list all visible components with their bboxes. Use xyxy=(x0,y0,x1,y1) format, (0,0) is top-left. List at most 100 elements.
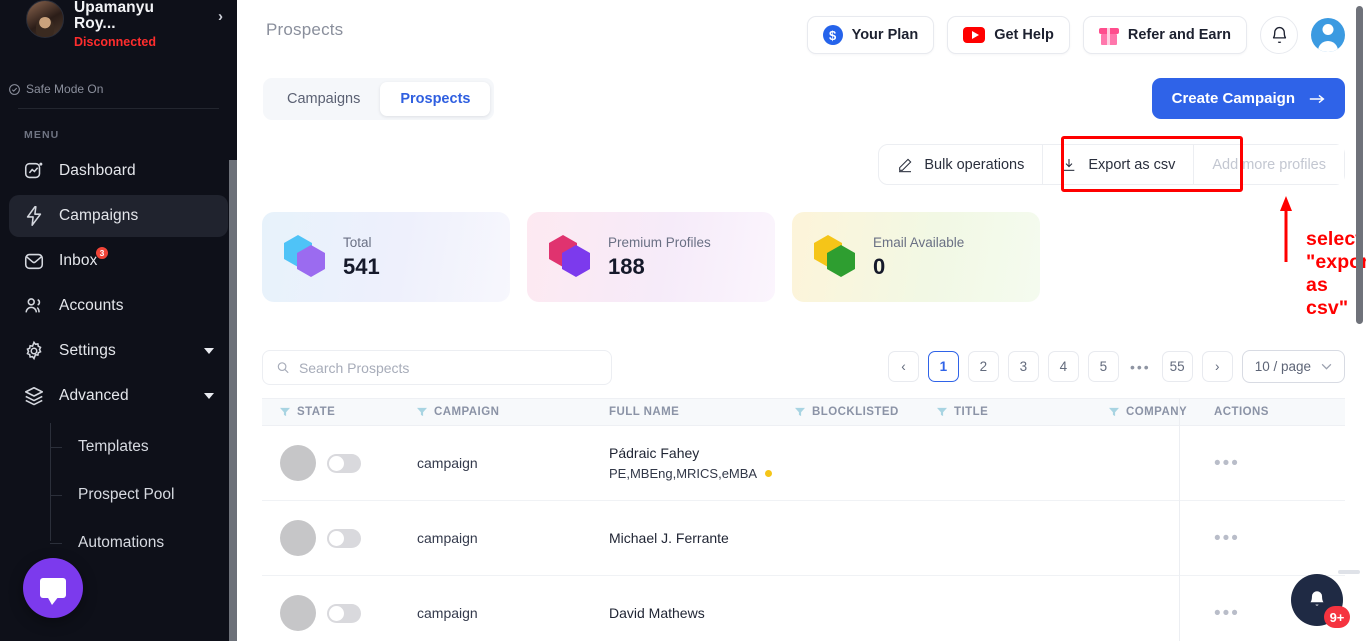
get-help-button[interactable]: Get Help xyxy=(947,16,1070,54)
filter-icon xyxy=(795,407,805,417)
pagination-page-last[interactable]: 55 xyxy=(1161,351,1193,382)
sidebar: Upamanyu Roy... Disconnected › Safe Mode… xyxy=(0,0,237,641)
sidebar-item-campaigns[interactable]: Campaigns xyxy=(9,195,228,237)
stat-card-email-available: Email Available 0 xyxy=(792,212,1040,302)
campaign-name: campaign xyxy=(417,530,478,546)
sidebar-item-label: Campaigns xyxy=(59,207,139,224)
premium-hex-icon xyxy=(549,235,593,279)
sidebar-item-dashboard[interactable]: Dashboard xyxy=(9,150,228,192)
chat-bubble-icon xyxy=(40,578,66,605)
sidebar-item-settings[interactable]: Settings xyxy=(9,330,228,372)
table-row[interactable]: campaign Pádraic Fahey PE,MBEng,MRICS,eM… xyxy=(262,426,1345,501)
table-row[interactable]: campaign David Mathews ••• xyxy=(262,576,1345,641)
pagination-page-3[interactable]: 3 xyxy=(1007,351,1039,382)
add-more-profiles-button[interactable]: Add more profiles xyxy=(1194,145,1344,184)
row-actions-menu-icon[interactable]: ••• xyxy=(1214,454,1240,473)
stat-body: Premium Profiles 188 xyxy=(608,235,711,279)
search-prospects-box[interactable] xyxy=(262,350,612,385)
sidebar-item-templates[interactable]: Templates xyxy=(0,423,237,471)
your-plan-button[interactable]: $ Your Plan xyxy=(806,16,935,54)
sidebar-item-advanced[interactable]: Advanced xyxy=(9,375,228,417)
pagination-prev[interactable]: ‹ xyxy=(887,351,919,382)
user-avatar[interactable] xyxy=(1311,18,1345,52)
total-hex-icon xyxy=(284,235,328,279)
page-size-label: 10 / page xyxy=(1254,359,1311,374)
pagination-next[interactable]: › xyxy=(1201,351,1233,382)
stat-label: Total xyxy=(343,235,372,251)
page-size-select[interactable]: 10 / page xyxy=(1241,350,1345,383)
state-toggle[interactable] xyxy=(327,603,361,623)
sidebar-item-prospect-pool[interactable]: Prospect Pool xyxy=(0,471,237,519)
campaign-name: campaign xyxy=(417,605,478,621)
pagination: ‹ 1 2 3 4 5 ••• 55 › 10 / page xyxy=(887,350,1345,383)
column-label: TITLE xyxy=(954,406,989,418)
prospect-avatar xyxy=(280,445,316,481)
profile-name: Upamanyu Roy... xyxy=(74,0,155,33)
table-horizontal-scrollbar[interactable] xyxy=(1338,570,1360,574)
prospect-name: Pádraic Fahey xyxy=(609,445,700,461)
sidebar-item-automations[interactable]: Automations xyxy=(0,519,237,567)
prospect-credentials-group: PE,MBEng,MRICS,eMBA xyxy=(609,466,773,481)
sidebar-scrollbar[interactable] xyxy=(229,160,237,641)
safe-mode-label: Safe Mode On xyxy=(26,82,104,96)
pagination-page-2[interactable]: 2 xyxy=(967,351,999,382)
avatar xyxy=(26,0,64,38)
email-hex-icon xyxy=(814,235,858,279)
bell-icon xyxy=(1310,591,1324,606)
column-header-campaign[interactable]: CAMPAIGN xyxy=(417,406,609,418)
search-icon xyxy=(277,362,289,374)
search-input[interactable] xyxy=(298,359,598,376)
layers-icon xyxy=(23,385,45,407)
column-header-company[interactable]: COMPANY xyxy=(1109,406,1204,418)
stat-card-premium-profiles: Premium Profiles 188 xyxy=(527,212,775,302)
chevron-down-icon[interactable] xyxy=(204,393,214,399)
stat-value: 541 xyxy=(343,253,380,279)
table-row[interactable]: campaign Michael J. Ferrante ••• xyxy=(262,501,1345,576)
filter-icon xyxy=(1109,407,1119,417)
sidebar-item-inbox[interactable]: Inbox 3 xyxy=(9,240,228,282)
profile-text-group: Upamanyu Roy... Disconnected xyxy=(74,0,194,49)
gift-icon xyxy=(1098,26,1119,45)
page-scrollbar[interactable] xyxy=(1356,6,1363,324)
tab-campaigns[interactable]: Campaigns xyxy=(267,82,380,116)
tab-prospects[interactable]: Prospects xyxy=(380,82,491,116)
premium-dot-icon xyxy=(765,470,773,477)
cell-state xyxy=(262,445,417,481)
cell-campaign: campaign xyxy=(417,530,609,546)
row-actions-menu-icon[interactable]: ••• xyxy=(1214,604,1240,623)
chevron-down-icon[interactable] xyxy=(204,348,214,354)
column-header-fullname[interactable]: FULL NAME xyxy=(609,406,795,418)
bulk-operations-label: Bulk operations xyxy=(924,156,1025,173)
create-campaign-button[interactable]: Create Campaign xyxy=(1151,78,1345,119)
cell-state xyxy=(262,520,417,556)
state-toggle[interactable] xyxy=(327,528,361,548)
table-toolbar: Bulk operations Export as csv Add more p… xyxy=(878,136,1345,192)
stat-body: Total 541 xyxy=(343,235,380,279)
row-actions-menu-icon[interactable]: ••• xyxy=(1214,529,1240,548)
campaign-name: campaign xyxy=(417,455,478,471)
safe-mode-indicator: Safe Mode On xyxy=(8,82,237,96)
pagination-page-4[interactable]: 4 xyxy=(1047,351,1079,382)
state-toggle[interactable] xyxy=(327,453,361,473)
gear-icon xyxy=(23,340,45,362)
refer-and-earn-label: Refer and Earn xyxy=(1127,27,1231,43)
pagination-ellipsis[interactable]: ••• xyxy=(1128,359,1153,375)
column-header-blocklisted[interactable]: BLOCKLISTED xyxy=(795,406,937,418)
sidebar-item-accounts[interactable]: Accounts xyxy=(9,285,228,327)
cell-fullname: Pádraic Fahey PE,MBEng,MRICS,eMBA xyxy=(609,445,795,481)
export-as-csv-button[interactable]: Export as csv xyxy=(1043,145,1194,184)
chevron-right-icon[interactable]: › xyxy=(218,8,223,25)
sidebar-item-label: Accounts xyxy=(59,297,124,314)
prospects-table: STATE CAMPAIGN FULL NAME BLOCKLISTED TIT… xyxy=(262,398,1345,641)
prospect-avatar xyxy=(280,520,316,556)
pagination-page-1[interactable]: 1 xyxy=(927,351,959,382)
chat-support-button[interactable] xyxy=(23,558,83,618)
cell-state xyxy=(262,595,417,631)
refer-and-earn-button[interactable]: Refer and Earn xyxy=(1082,16,1247,54)
profile-header[interactable]: Upamanyu Roy... Disconnected › xyxy=(0,0,237,76)
column-header-title[interactable]: TITLE xyxy=(937,406,1109,418)
bulk-operations-button[interactable]: Bulk operations xyxy=(879,145,1043,184)
pagination-page-5[interactable]: 5 xyxy=(1087,351,1119,382)
column-header-state[interactable]: STATE xyxy=(262,406,417,418)
notifications-button[interactable] xyxy=(1260,16,1298,54)
